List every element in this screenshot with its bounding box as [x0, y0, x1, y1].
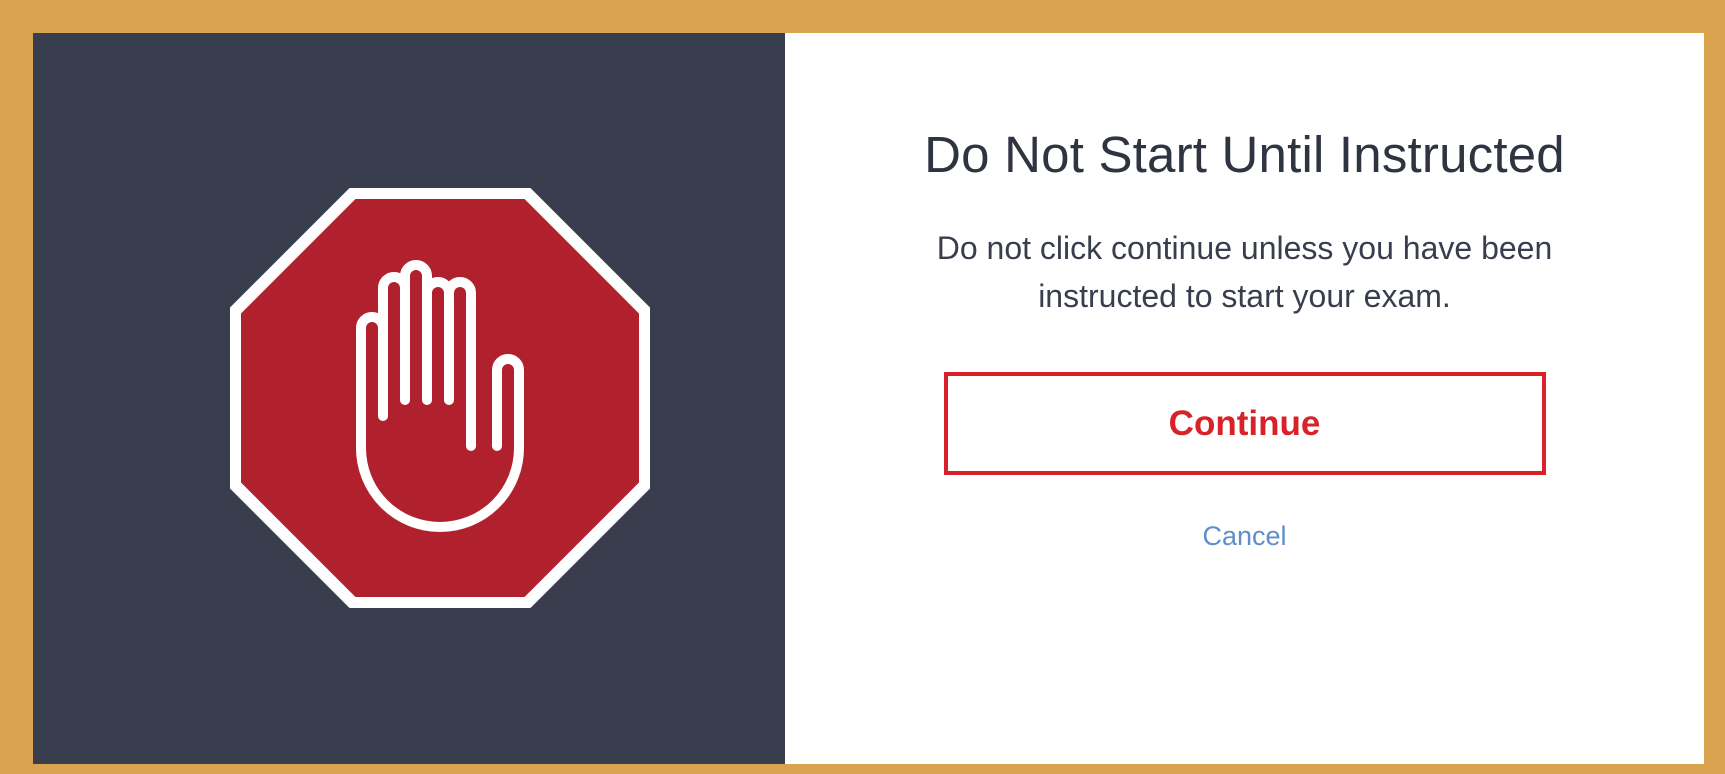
dialog-content: Do Not Start Until Instructed Do not cli… — [785, 33, 1704, 552]
dialog-illustration-panel — [33, 33, 785, 764]
continue-button[interactable]: Continue — [943, 372, 1546, 475]
dialog-content-panel: Do Not Start Until Instructed Do not cli… — [785, 33, 1704, 764]
stop-hand-icon — [230, 188, 650, 608]
dialog-message: Do not click continue unless you have be… — [936, 230, 1553, 314]
cancel-link[interactable]: Cancel — [1202, 521, 1286, 552]
dialog-title: Do Not Start Until Instructed — [924, 126, 1565, 183]
exam-start-dialog: Do Not Start Until Instructed Do not cli… — [33, 33, 1704, 764]
